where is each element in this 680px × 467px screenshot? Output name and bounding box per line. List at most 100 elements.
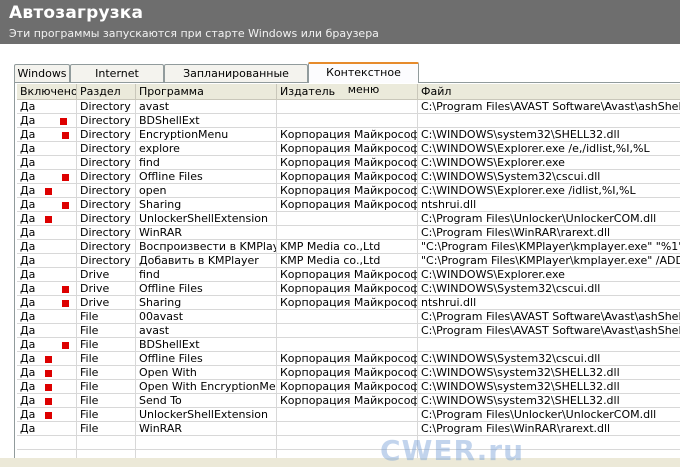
table-row[interactable]: Да Directory Sharing Корпорация Майкрософт n… [17, 198, 680, 212]
cell-publisher: KMP Media co.,Ltd [277, 254, 418, 268]
cell-file: C:\WINDOWS\System32\cscui.dll [418, 282, 680, 296]
table-row[interactable]: Да File UnlockerShellExtension C:\Program F… [17, 408, 680, 422]
table-row[interactable]: Да Directory UnlockerShellExtension C:\Prog… [17, 212, 680, 226]
cell-publisher: Корпорация Майкрософт [277, 170, 418, 184]
cell-publisher [277, 100, 418, 114]
table-row[interactable]: Да File Offline Files Корпорация Майкрософт… [17, 352, 680, 366]
page-subtitle: Эти программы запускаются при старте Win… [9, 27, 379, 40]
table-row[interactable]: Да File WinRAR C:\Program Files\WinRAR\rare… [17, 422, 680, 436]
column-header-section[interactable]: Раздел [77, 84, 136, 99]
cell-enabled: Да [17, 100, 77, 114]
cell-file: ntshrui.dll [418, 198, 680, 212]
cell-enabled: Да [17, 142, 77, 156]
status-marker-icon [62, 286, 69, 293]
cell-program: Offline Files [136, 170, 277, 184]
cell-file: C:\Program Files\AVAST Software\Avast\as… [418, 310, 680, 324]
cell-file: C:\WINDOWS\system32\SHELL32.dll [418, 380, 680, 394]
cell-program: WinRAR [136, 226, 277, 240]
status-marker-icon [45, 384, 52, 391]
cell-file: C:\WINDOWS\system32\SHELL32.dll [418, 394, 680, 408]
column-header-file[interactable]: Файл [418, 84, 680, 99]
cell-program: Воспроизвести в KMPlayer [136, 240, 277, 254]
tab-windows[interactable]: Windows [14, 64, 70, 82]
cell-program: find [136, 156, 277, 170]
cell-file [418, 338, 680, 352]
cell-publisher [277, 408, 418, 422]
table-row[interactable]: Да Directory BDShellExt [17, 114, 680, 128]
cell-program: UnlockerShellExtension [136, 408, 277, 422]
table-row[interactable]: Да File Open With EncryptionMenu Корпорация… [17, 380, 680, 394]
empty-row [17, 450, 680, 458]
table-row[interactable]: Да Drive Sharing Корпорация Майкрософт ntshr… [17, 296, 680, 310]
cell-section: Directory [77, 240, 136, 254]
empty-cell [77, 450, 136, 458]
cell-program: avast [136, 324, 277, 338]
status-marker-icon [45, 412, 52, 419]
cell-enabled: Да [17, 268, 77, 282]
table-row[interactable]: Да Directory Воспроизвести в KMPlayer KMP M… [17, 240, 680, 254]
table-row[interactable]: Да File 00avast C:\Program Files\AVAST Soft… [17, 310, 680, 324]
cell-file: C:\WINDOWS\system32\SHELL32.dll [418, 366, 680, 380]
status-marker-icon [45, 370, 52, 377]
tab-internet-explorer[interactable]: Internet Explorer [70, 64, 164, 97]
empty-row [17, 436, 680, 450]
table-row[interactable]: Да File Open With Корпорация Майкрософт C:\W… [17, 366, 680, 380]
table-row[interactable]: Да Directory find Корпорация Майкрософт C:\W… [17, 156, 680, 170]
status-marker-icon [45, 356, 52, 363]
cell-publisher [277, 310, 418, 324]
cell-publisher: Корпорация Майкрософт [277, 142, 418, 156]
cell-file: C:\WINDOWS\Explorer.exe [418, 156, 680, 170]
cell-enabled: Да [17, 254, 77, 268]
table-row[interactable]: Да File Send To Корпорация Майкрософт C:\WIN… [17, 394, 680, 408]
table-row[interactable]: Да Drive find Корпорация Майкрософт C:\WINDO… [17, 268, 680, 282]
table-row[interactable]: Да Directory Offline Files Корпорация Майкр… [17, 170, 680, 184]
empty-cell [418, 436, 680, 450]
cell-publisher: KMP Media co.,Ltd [277, 240, 418, 254]
cell-section: File [77, 408, 136, 422]
cell-file: C:\Program Files\AVAST Software\Avast\as… [418, 100, 680, 114]
cell-file: C:\WINDOWS\Explorer.exe /idlist,%I,%L [418, 184, 680, 198]
table-row[interactable]: Да Drive Offline Files Корпорация Майкрософ… [17, 282, 680, 296]
table-row[interactable]: Да File BDShellExt [17, 338, 680, 352]
table-row[interactable]: Да Directory WinRAR C:\Program Files\WinRAR… [17, 226, 680, 240]
status-marker-icon [62, 342, 69, 349]
cell-publisher: Корпорация Майкрософт [277, 156, 418, 170]
table-row[interactable]: Да Directory open Корпорация Майкрософт C:\W… [17, 184, 680, 198]
cell-section: File [77, 324, 136, 338]
cell-section: File [77, 422, 136, 436]
cell-file: C:\WINDOWS\Explorer.exe /e,/idlist,%I,%L [418, 142, 680, 156]
cell-section: Directory [77, 100, 136, 114]
cell-publisher: Корпорация Майкрософт [277, 282, 418, 296]
cell-enabled: Да [17, 310, 77, 324]
status-marker-icon [62, 202, 69, 209]
cell-publisher: Корпорация Майкрософт [277, 366, 418, 380]
cell-publisher [277, 212, 418, 226]
tab-context-menu[interactable]: Контекстное меню [308, 62, 419, 96]
cell-section: Directory [77, 198, 136, 212]
cell-program: Sharing [136, 296, 277, 310]
table-row[interactable]: Да Directory explore Корпорация Майкрософт C… [17, 142, 680, 156]
table-row[interactable]: Да File avast C:\Program Files\AVAST Softwa… [17, 324, 680, 338]
empty-cell [277, 450, 418, 458]
cell-publisher: Корпорация Майкрософт [277, 296, 418, 310]
cell-program: Open With EncryptionMenu [136, 380, 277, 394]
cell-program: EncryptionMenu [136, 128, 277, 142]
column-header-program[interactable]: Программа [136, 84, 277, 99]
cell-file: C:\Program Files\Unlocker\UnlockerCOM.dl… [418, 408, 680, 422]
table-row[interactable]: Да Directory avast C:\Program Files\AVAST S… [17, 100, 680, 114]
empty-cell [77, 436, 136, 450]
status-marker-icon [45, 398, 52, 405]
main-panel: Windows Internet Explorer Запланированны… [0, 44, 680, 467]
startup-list[interactable]: Включено Раздел Программа Издатель Файл … [17, 84, 680, 458]
table-row[interactable]: Да Directory Добавить в KMPlayer KMP Media … [17, 254, 680, 268]
status-marker-icon [45, 216, 52, 223]
page-title: Автозагрузка [9, 3, 144, 23]
cell-program: 00avast [136, 310, 277, 324]
cell-enabled: Да [17, 226, 77, 240]
empty-cell [136, 436, 277, 450]
column-header-enabled[interactable]: Включено [17, 84, 77, 99]
cell-section: Directory [77, 170, 136, 184]
tab-scheduled-tasks[interactable]: Запланированные задачи [164, 64, 308, 97]
table-row[interactable]: Да Directory EncryptionMenu Корпорация Майк… [17, 128, 680, 142]
status-marker-icon [62, 174, 69, 181]
